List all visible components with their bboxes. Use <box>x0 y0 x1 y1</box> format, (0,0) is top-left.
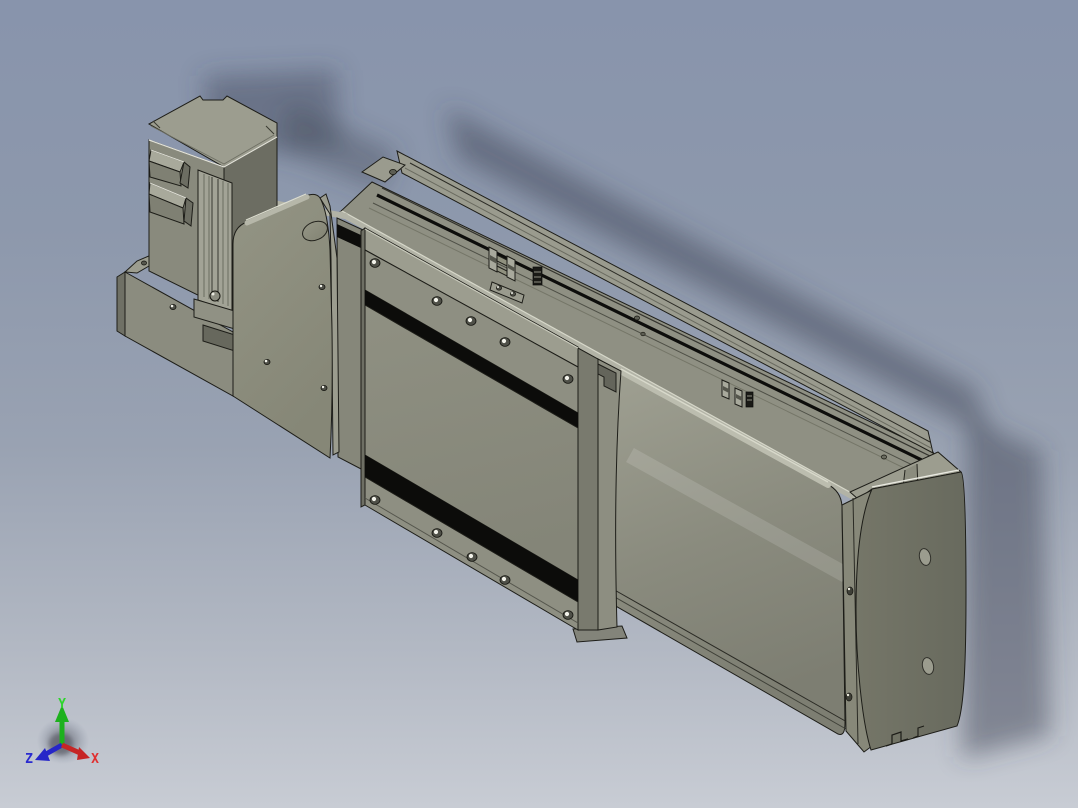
gearbox-hole-2 <box>320 384 328 391</box>
z-axis-label: Z <box>25 752 33 767</box>
model-svg: Y Z X <box>25 70 1050 767</box>
end-cap <box>841 451 967 753</box>
orientation-triad[interactable]: Y Z X <box>25 697 99 767</box>
tab-hole <box>389 168 397 175</box>
gearbox[interactable] <box>232 193 340 459</box>
base-step-hole <box>141 260 147 266</box>
endcap-face <box>855 471 967 751</box>
base-hole-1-glint <box>170 304 174 308</box>
y-axis-label: Y <box>58 697 66 712</box>
column-screw <box>209 290 221 302</box>
x-axis-label: X <box>91 752 99 767</box>
rail-hole-1 <box>634 315 640 321</box>
strip-hole-1 <box>846 586 854 596</box>
shadow-endcap <box>962 418 1050 758</box>
strip-hole-2 <box>845 692 853 702</box>
bracket-front-face <box>577 347 599 631</box>
rail-hole-2 <box>640 331 646 337</box>
strip-hole-2-glint <box>846 693 850 697</box>
y-axis-shaft <box>59 720 65 746</box>
base-left-face <box>116 271 126 337</box>
endcap-top-hole <box>881 454 887 460</box>
strip-hole-1-glint <box>847 587 851 591</box>
left-sliver-face <box>336 217 364 471</box>
cad-viewport[interactable]: Y Z X <box>0 0 1078 808</box>
gearbox-hole-1 <box>318 283 326 290</box>
carriage-left-edge-face <box>360 227 366 508</box>
